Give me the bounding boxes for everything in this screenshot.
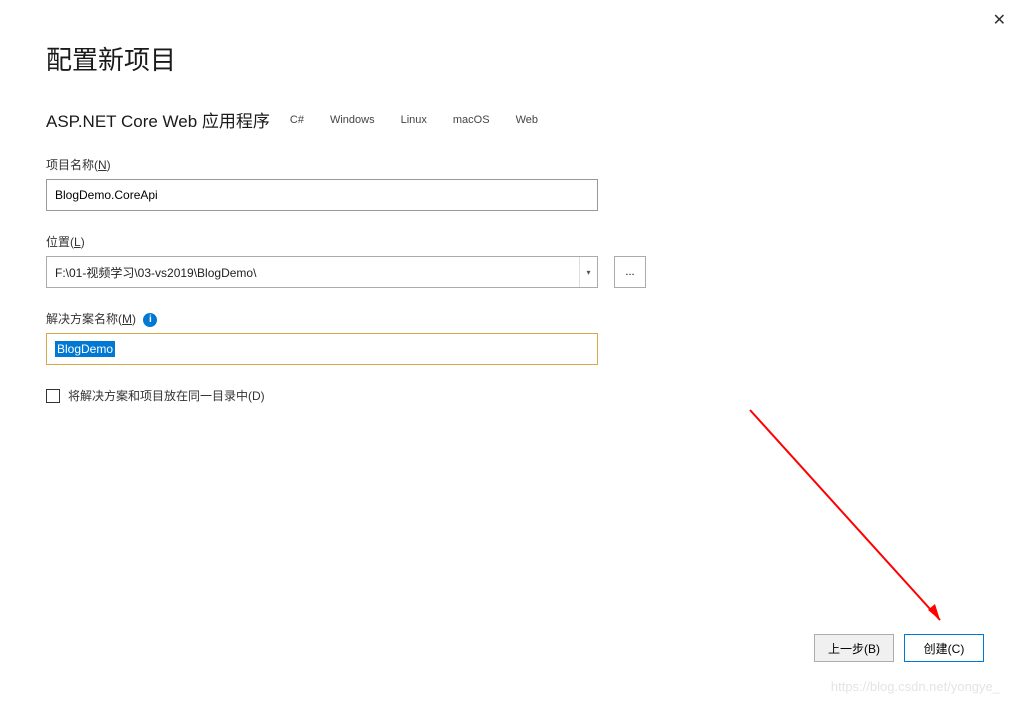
close-icon[interactable]: ✕ <box>993 10 1006 30</box>
back-button[interactable]: 上一步(B) <box>814 634 894 662</box>
project-name-label: 项目名称(N) <box>46 156 111 173</box>
subtitle-row: ASP.NET Core Web 应用程序 C# Windows Linux m… <box>46 107 978 132</box>
tag-macos: macOS <box>447 112 496 128</box>
location-label: 位置(L) <box>46 233 85 250</box>
template-name: ASP.NET Core Web 应用程序 <box>46 107 270 132</box>
annotation-arrow-icon <box>740 400 980 650</box>
tag-csharp: C# <box>284 112 310 128</box>
page-title: 配置新项目 <box>46 40 978 77</box>
create-button[interactable]: 创建(C) <box>904 634 984 662</box>
same-directory-row: 将解决方案和项目放在同一目录中(D) <box>46 387 978 404</box>
same-directory-checkbox[interactable] <box>46 389 60 403</box>
solution-name-label: 解决方案名称(M) i <box>46 310 157 327</box>
watermark: https://blog.csdn.net/yongye_ <box>831 679 1000 694</box>
location-value: F:\01-视频学习\03-vs2019\BlogDemo\ <box>47 264 579 281</box>
project-name-input[interactable] <box>46 179 598 211</box>
tag-linux: Linux <box>395 112 433 128</box>
dialog-content: 配置新项目 ASP.NET Core Web 应用程序 C# Windows L… <box>0 0 1024 404</box>
tag-web: Web <box>510 112 544 128</box>
solution-name-field: 解决方案名称(M) i BlogDemo <box>46 310 978 365</box>
project-name-field: 项目名称(N) <box>46 156 978 211</box>
dialog-footer: 上一步(B) 创建(C) <box>814 634 984 662</box>
info-icon[interactable]: i <box>143 313 157 327</box>
tag-windows: Windows <box>324 112 381 128</box>
solution-name-input[interactable]: BlogDemo <box>46 333 598 365</box>
chevron-down-icon[interactable]: ▾ <box>579 257 597 287</box>
location-input[interactable]: F:\01-视频学习\03-vs2019\BlogDemo\ ▾ <box>46 256 598 288</box>
browse-button[interactable]: ... <box>614 256 646 288</box>
solution-name-value: BlogDemo <box>55 341 115 357</box>
same-directory-label: 将解决方案和项目放在同一目录中(D) <box>68 387 265 404</box>
location-field: 位置(L) F:\01-视频学习\03-vs2019\BlogDemo\ ▾ .… <box>46 233 978 288</box>
